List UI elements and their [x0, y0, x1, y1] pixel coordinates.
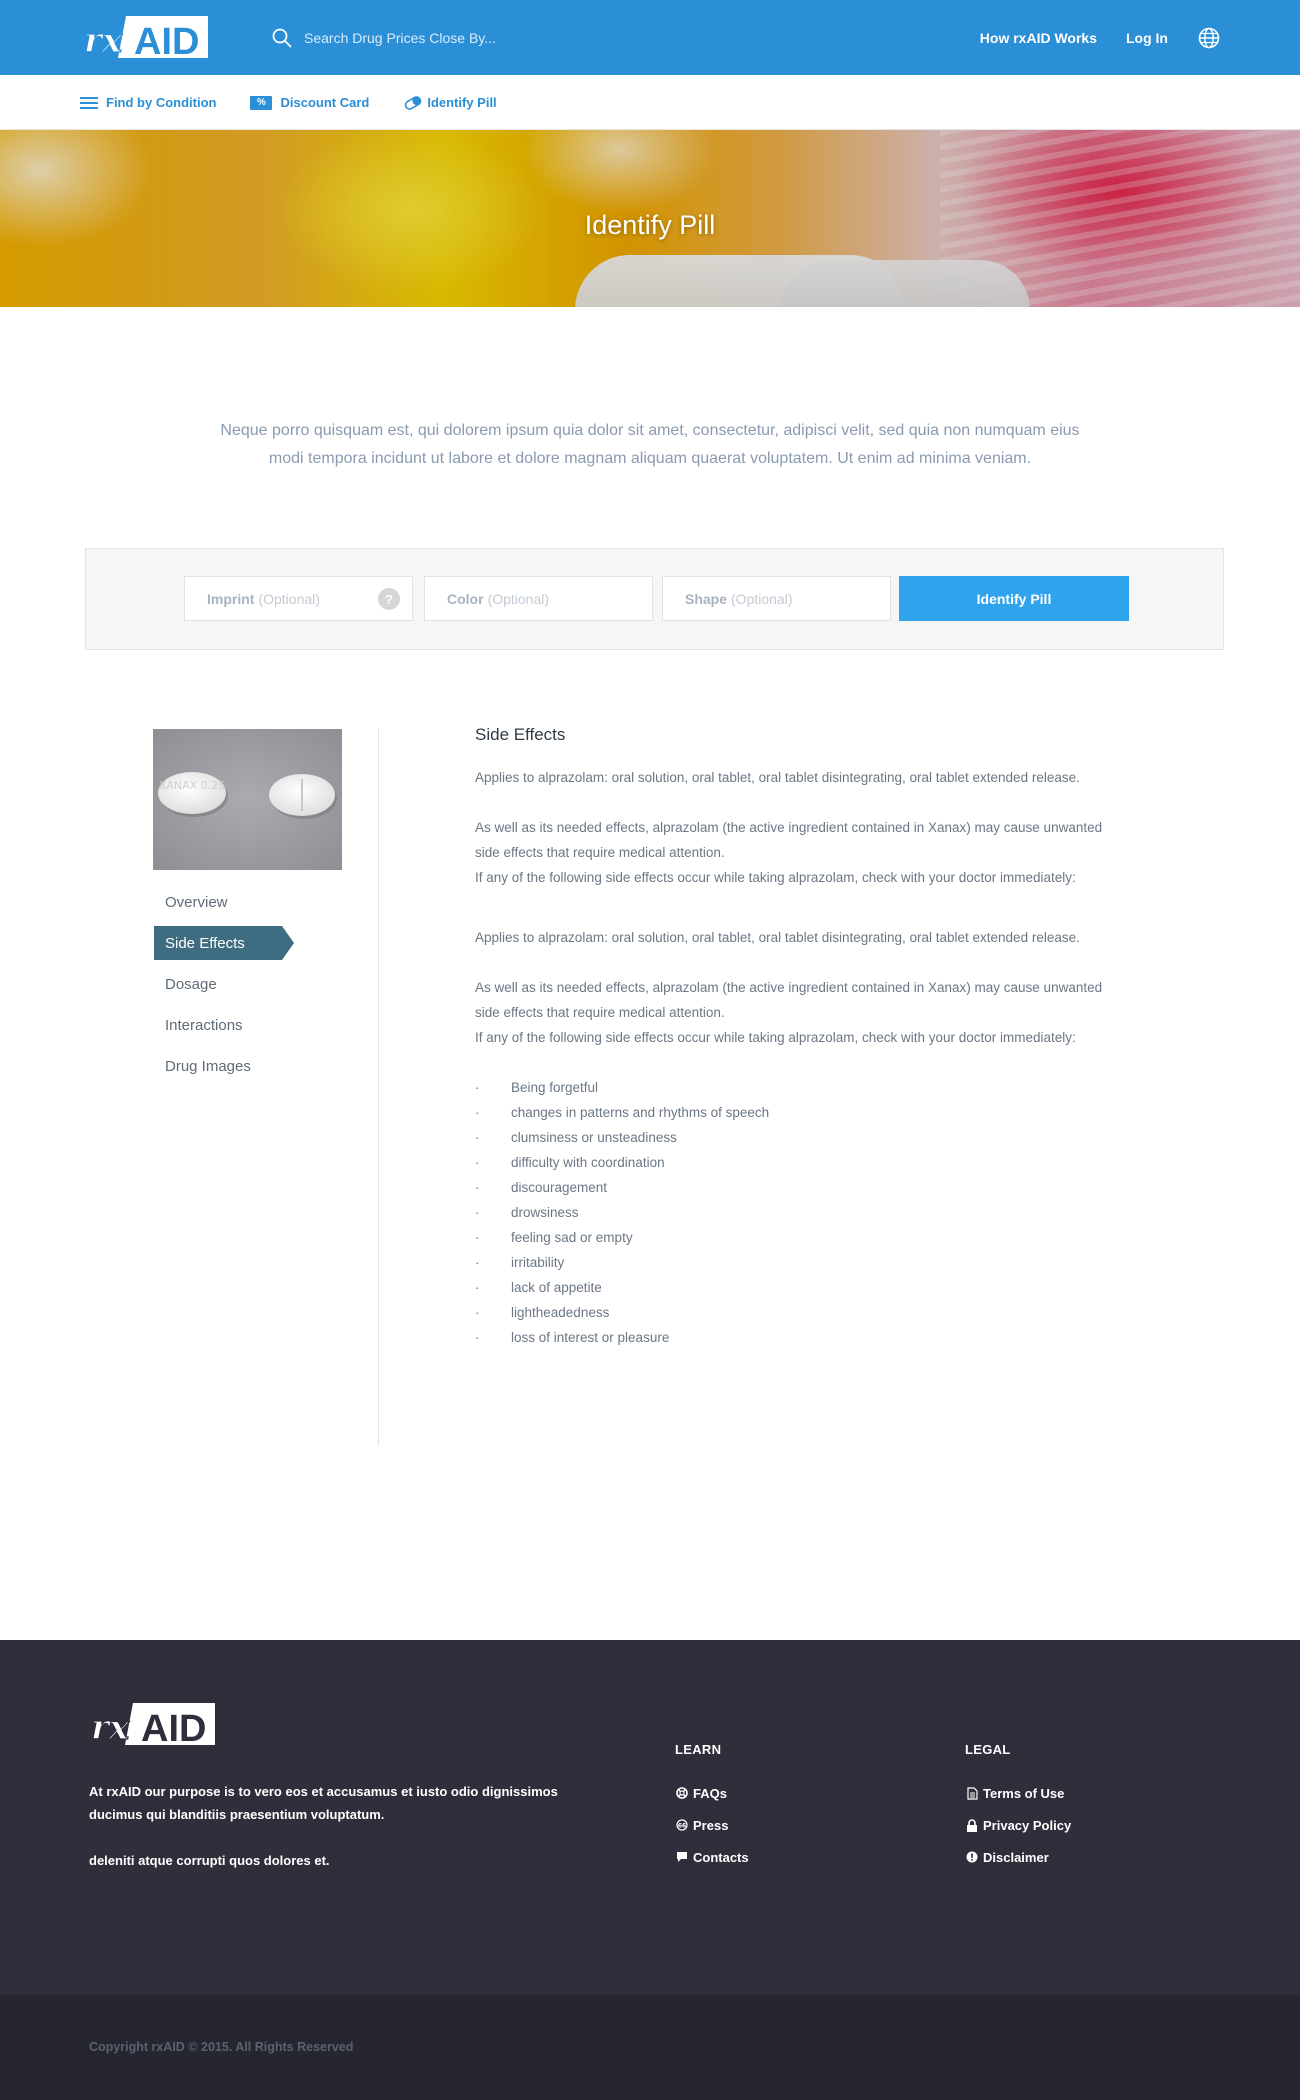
list-item: changes in patterns and rhythms of speec… [475, 1100, 1125, 1125]
side-effects-content: Side Effects Applies to alprazolam: oral… [475, 722, 1125, 1350]
list-item: discouragement [475, 1175, 1125, 1200]
section-heading: Side Effects [475, 725, 566, 744]
footer-about: At rxAID our purpose is to vero eos et a… [89, 1780, 559, 1872]
list-item: lightheadedness [475, 1300, 1125, 1325]
identify-pill-button[interactable]: Identify Pill [899, 576, 1129, 621]
paragraph-1: Applies to alprazolam: oral solution, or… [475, 770, 1080, 785]
list-item: Being forgetful [475, 1075, 1125, 1100]
lock-icon [965, 1818, 979, 1832]
globe-icon[interactable] [1198, 27, 1220, 49]
faqs-link[interactable]: FAQs [675, 1777, 749, 1809]
rxaid-logo[interactable]: rx AID [82, 14, 210, 60]
svg-text:66: 66 [678, 1823, 686, 1830]
search-icon [272, 28, 292, 48]
discount-card-link[interactable]: % Discount Card [250, 95, 369, 110]
footer-about-text-1: At rxAID our purpose is to vero eos et a… [89, 1784, 558, 1822]
nav-drug-images[interactable]: Drug Images [154, 1046, 344, 1087]
copyright-text: Copyright rxAID © 2015. All Rights Reser… [89, 2040, 354, 2054]
paragraph-4a: As well as its needed effects, alprazola… [475, 980, 1103, 1020]
percent-badge-icon: % [250, 95, 273, 110]
top-header: rx AID How rxAID Works Log In [0, 0, 1300, 75]
svg-text:rx: rx [84, 21, 123, 60]
login-link[interactable]: Log In [1126, 30, 1168, 46]
identify-pill-label: Identify Pill [427, 95, 497, 110]
press-label: Press [693, 1817, 729, 1833]
intro-text: Neque porro quisquam est, qui dolorem ip… [220, 422, 1080, 467]
hero-banner: Identify Pill [0, 130, 1300, 307]
identify-pill-link[interactable]: Identify Pill [403, 95, 497, 110]
contacts-label: Contacts [693, 1849, 749, 1865]
list-item: drowsiness [475, 1200, 1125, 1225]
list-item: irritability [475, 1250, 1125, 1275]
footer-legal-column: LEGAL Terms of Use Privacy Policy Discla… [965, 1742, 1071, 1873]
footer: rx AID At rxAID our purpose is to vero e… [0, 1640, 1300, 1995]
percent-badge: % [250, 95, 273, 110]
shape-label: Shape [685, 590, 728, 607]
info-icon [965, 1850, 979, 1864]
color-optional: (Optional) [487, 590, 550, 607]
list-item: clumsiness or unsteadiness [475, 1125, 1125, 1150]
color-field[interactable]: Color (Optional) [424, 576, 653, 621]
disclaimer-link[interactable]: Disclaimer [965, 1841, 1071, 1873]
menu-lines-icon [80, 96, 98, 109]
paragraph-2b: If any of the following side effects occ… [475, 870, 1076, 885]
contacts-link[interactable]: Contacts [675, 1841, 749, 1873]
nav-interactions[interactable]: Interactions [154, 1005, 344, 1046]
help-icon[interactable]: ? [378, 588, 400, 610]
pill-imprint: XANAX 0.25 [159, 779, 225, 792]
press-icon: 66 [675, 1818, 689, 1832]
imprint-label: Imprint [207, 590, 255, 607]
shape-field[interactable]: Shape (Optional) [662, 576, 891, 621]
privacy-link[interactable]: Privacy Policy [965, 1809, 1071, 1841]
disclaimer-label: Disclaimer [983, 1849, 1049, 1865]
privacy-label: Privacy Policy [983, 1817, 1072, 1833]
secondary-nav: Find by Condition % Discount Card Identi… [0, 75, 1300, 130]
nav-dosage[interactable]: Dosage [154, 964, 344, 1005]
copyright-bar: Copyright rxAID © 2015. All Rights Reser… [0, 1995, 1300, 2100]
imprint-optional: (Optional) [258, 590, 320, 607]
chat-icon [675, 1850, 689, 1864]
svg-text:AID: AID [134, 21, 199, 60]
nav-overview[interactable]: Overview [154, 882, 344, 923]
learn-heading: LEARN [675, 1742, 722, 1757]
svg-text:rx: rx [91, 1708, 130, 1747]
terms-link[interactable]: Terms of Use [965, 1777, 1071, 1809]
svg-text:AID: AID [141, 1708, 206, 1747]
pill-icon [403, 95, 423, 110]
search-input[interactable] [304, 30, 644, 46]
search-bar[interactable] [272, 22, 672, 54]
find-by-condition-link[interactable]: Find by Condition [80, 95, 216, 110]
imprint-field[interactable]: Imprint (Optional) ? [184, 576, 413, 621]
document-icon [965, 1786, 979, 1800]
shape-optional: (Optional) [731, 590, 793, 607]
legal-heading: LEGAL [965, 1742, 1011, 1757]
footer-learn-column: LEARN FAQs 66 Press Contacts [675, 1742, 749, 1873]
discount-card-label: Discount Card [280, 95, 370, 110]
how-it-works-link[interactable]: How rxAID Works [980, 30, 1097, 46]
find-by-condition-label: Find by Condition [106, 95, 217, 110]
paragraph-3: Applies to alprazolam: oral solution, or… [475, 930, 1080, 945]
nav-side-effects[interactable]: Side Effects [154, 926, 294, 960]
drug-section-nav: Overview Side Effects Dosage Interaction… [154, 882, 344, 1087]
footer-rxaid-logo[interactable]: rx AID [89, 1701, 217, 1747]
lifebuoy-icon [675, 1786, 689, 1800]
list-item: feeling sad or empty [475, 1225, 1125, 1250]
content-divider [378, 729, 379, 1446]
identify-pill-form: Imprint (Optional) ? Color (Optional) Sh… [85, 548, 1224, 650]
side-effects-list: Being forgetful changes in patterns and … [475, 1075, 1125, 1350]
paragraph-4b: If any of the following side effects occ… [475, 1030, 1076, 1045]
press-link[interactable]: 66 Press [675, 1809, 749, 1841]
pill-photo-drawing: XANAX 0.25 [158, 772, 337, 819]
faqs-label: FAQs [693, 1785, 727, 1801]
terms-label: Terms of Use [983, 1785, 1065, 1801]
color-label: Color [447, 590, 484, 607]
paragraph-2a: As well as its needed effects, alprazola… [475, 820, 1103, 860]
pill-image: XANAX 0.25 [153, 729, 342, 870]
header-nav: How rxAID Works Log In [951, 0, 1220, 75]
footer-about-text-2: deleniti atque corrupti quos dolores et. [89, 1853, 330, 1868]
list-item: loss of interest or pleasure [475, 1325, 1125, 1350]
page-title: Identify Pill [584, 210, 716, 240]
list-item: difficulty with coordination [475, 1150, 1125, 1175]
list-item: lack of appetite [475, 1275, 1125, 1300]
